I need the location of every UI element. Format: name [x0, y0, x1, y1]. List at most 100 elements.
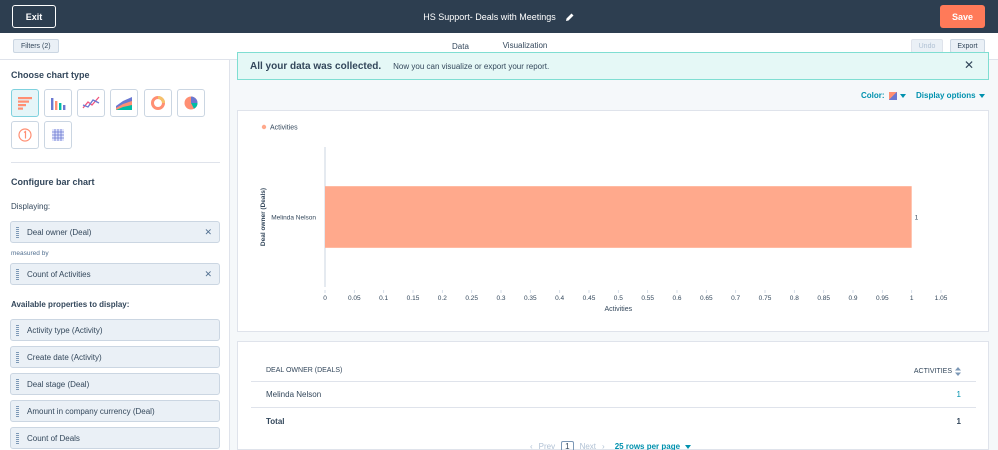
x-tick-label: 0.3 — [496, 295, 505, 302]
drag-handle-icon[interactable] — [16, 269, 19, 280]
horizontal-bar-chart-icon — [18, 97, 32, 110]
column-header-deal-owner[interactable]: DEAL OWNER (DEALS) — [266, 367, 342, 374]
table-total-row: Total 1 — [251, 409, 976, 435]
save-button[interactable]: Save — [940, 5, 985, 28]
undo-button[interactable]: Undo — [911, 39, 943, 53]
sort-icon[interactable] — [955, 367, 961, 376]
y-axis-title: Deal owner (Deals) — [260, 188, 267, 246]
x-tick-label: 0.25 — [465, 295, 478, 302]
available-properties-heading: Available properties to display: — [11, 300, 130, 309]
chart-config-panel: Choose chart type Configure bar chart Di… — [0, 60, 230, 450]
displaying-property-label: Deal owner (Deal) — [27, 227, 92, 237]
close-icon[interactable]: ✕ — [964, 58, 974, 72]
rows-per-page-label: 25 rows per page — [614, 442, 681, 450]
drag-handle-icon[interactable] — [16, 433, 19, 444]
data-collected-banner: All your data was collected. Now you can… — [237, 52, 989, 80]
available-property-pill[interactable]: Amount in company currency (Deal) — [10, 400, 220, 422]
activities-count-link[interactable]: 1 — [957, 390, 961, 399]
line-chart-icon — [82, 96, 100, 109]
x-tick-label: 0 — [323, 295, 327, 302]
deal-owner-cell: Melinda Nelson — [266, 390, 322, 399]
drag-handle-icon[interactable] — [16, 352, 19, 363]
table-grid-icon — [52, 129, 64, 141]
current-page[interactable]: 1 — [561, 441, 574, 450]
chart-type-line[interactable] — [77, 89, 105, 117]
available-property-pill[interactable]: Activity type (Activity) — [10, 319, 220, 341]
display-options-dropdown[interactable]: Display options — [916, 91, 985, 100]
drag-handle-icon[interactable] — [16, 325, 19, 336]
remove-icon[interactable]: ✕ — [204, 269, 212, 280]
rows-per-page-dropdown[interactable]: 25 rows per page — [615, 442, 692, 450]
x-tick-label: 0.75 — [759, 295, 772, 302]
configure-chart-heading: Configure bar chart — [11, 177, 95, 187]
chart-type-donut[interactable] — [144, 89, 172, 117]
chart-type-horizontal-bar[interactable] — [11, 89, 39, 117]
x-tick-label: 0.05 — [348, 295, 361, 302]
next-page-button[interactable]: Next — [580, 442, 596, 450]
x-tick-label: 0.5 — [614, 295, 623, 302]
filters-button[interactable]: Filters (2) — [13, 39, 59, 53]
available-property-label: Deal stage (Deal) — [27, 379, 90, 389]
available-property-pill[interactable]: Deal stage (Deal) — [10, 373, 220, 395]
displaying-property-pill[interactable]: Deal owner (Deal) ✕ — [10, 221, 220, 243]
x-tick-label: 0.85 — [817, 295, 830, 302]
bar-chart: Activities Melinda Nelson 1 0 0.05 0.1 0.15 0.2… — [260, 124, 948, 314]
drag-handle-icon[interactable] — [16, 379, 19, 390]
pie-chart-icon — [184, 96, 198, 110]
report-title[interactable]: HS Support- Deals with Meetings — [423, 12, 556, 22]
chart-type-table[interactable] — [44, 121, 72, 149]
pagination: ‹ Prev 1 Next › 25 rows per page — [530, 441, 692, 450]
x-tick-label: 0.15 — [407, 295, 420, 302]
table-header: DEAL OWNER (DEALS) ACTIVITIES — [251, 358, 976, 382]
summary-number-icon — [18, 128, 32, 142]
chart-type-pie[interactable] — [177, 89, 205, 117]
color-palette-icon — [888, 91, 897, 100]
x-tick-label: 0.9 — [848, 295, 857, 302]
color-label: Color: — [861, 91, 885, 100]
column-header-activities-label: ACTIVITIES — [913, 368, 952, 375]
caret-down-icon — [978, 93, 985, 98]
total-value: 1 — [956, 417, 961, 426]
remove-icon[interactable]: ✕ — [204, 227, 212, 238]
drag-handle-icon[interactable] — [16, 227, 19, 238]
export-button[interactable]: Export — [950, 39, 985, 53]
column-header-activities[interactable]: ACTIVITIES — [914, 367, 961, 376]
display-options-label: Display options — [916, 91, 976, 100]
chart-type-area[interactable] — [110, 89, 138, 117]
section-divider — [11, 162, 220, 163]
x-tick-label: 0.55 — [641, 295, 654, 302]
chevron-right-icon[interactable]: › — [602, 442, 605, 450]
legend-marker — [261, 124, 267, 130]
drag-handle-icon[interactable] — [16, 406, 19, 417]
x-tick-label: 0.1 — [379, 295, 388, 302]
chart-type-summary[interactable] — [11, 121, 39, 149]
available-property-pill[interactable]: Count of Deals — [10, 427, 220, 449]
measured-by-property-label: Count of Activities — [27, 269, 91, 279]
pencil-icon[interactable] — [565, 12, 575, 22]
category-label: Melinda Nelson — [271, 215, 316, 222]
chart-type-vertical-bar[interactable] — [44, 89, 72, 117]
chevron-left-icon[interactable]: ‹ — [530, 442, 533, 450]
measured-by-label: measured by — [11, 250, 49, 257]
measured-by-property-pill[interactable]: Count of Activities ✕ — [10, 263, 220, 285]
choose-chart-type-heading: Choose chart type — [11, 70, 90, 80]
legend-label: Activities — [270, 125, 298, 132]
prev-page-button[interactable]: Prev — [539, 442, 555, 450]
x-tick-label: 1.05 — [935, 295, 948, 302]
color-dropdown[interactable]: Color: — [861, 91, 906, 100]
banner-message: Now you can visualize or export your rep… — [393, 61, 550, 71]
donut-chart-icon — [151, 96, 165, 110]
chart-card: Activities Melinda Nelson 1 0 0.05 0.1 0.15 0.2… — [237, 110, 989, 332]
x-tick-label: 1 — [910, 295, 914, 302]
data-table-card: DEAL OWNER (DEALS) ACTIVITIES Melinda Ne… — [237, 341, 989, 450]
total-label: Total — [266, 417, 285, 426]
x-tick-label: 0.6 — [672, 295, 681, 302]
x-tick-label: 0.7 — [731, 295, 740, 302]
available-property-label: Count of Deals — [27, 433, 80, 443]
available-property-pill[interactable]: Create date (Activity) — [10, 346, 220, 368]
x-tick-label: 0.8 — [790, 295, 799, 302]
available-property-label: Amount in company currency (Deal) — [27, 406, 155, 416]
x-tick-label: 0.4 — [555, 295, 564, 302]
caret-down-icon — [899, 93, 906, 98]
x-tick-label: 0.95 — [876, 295, 889, 302]
